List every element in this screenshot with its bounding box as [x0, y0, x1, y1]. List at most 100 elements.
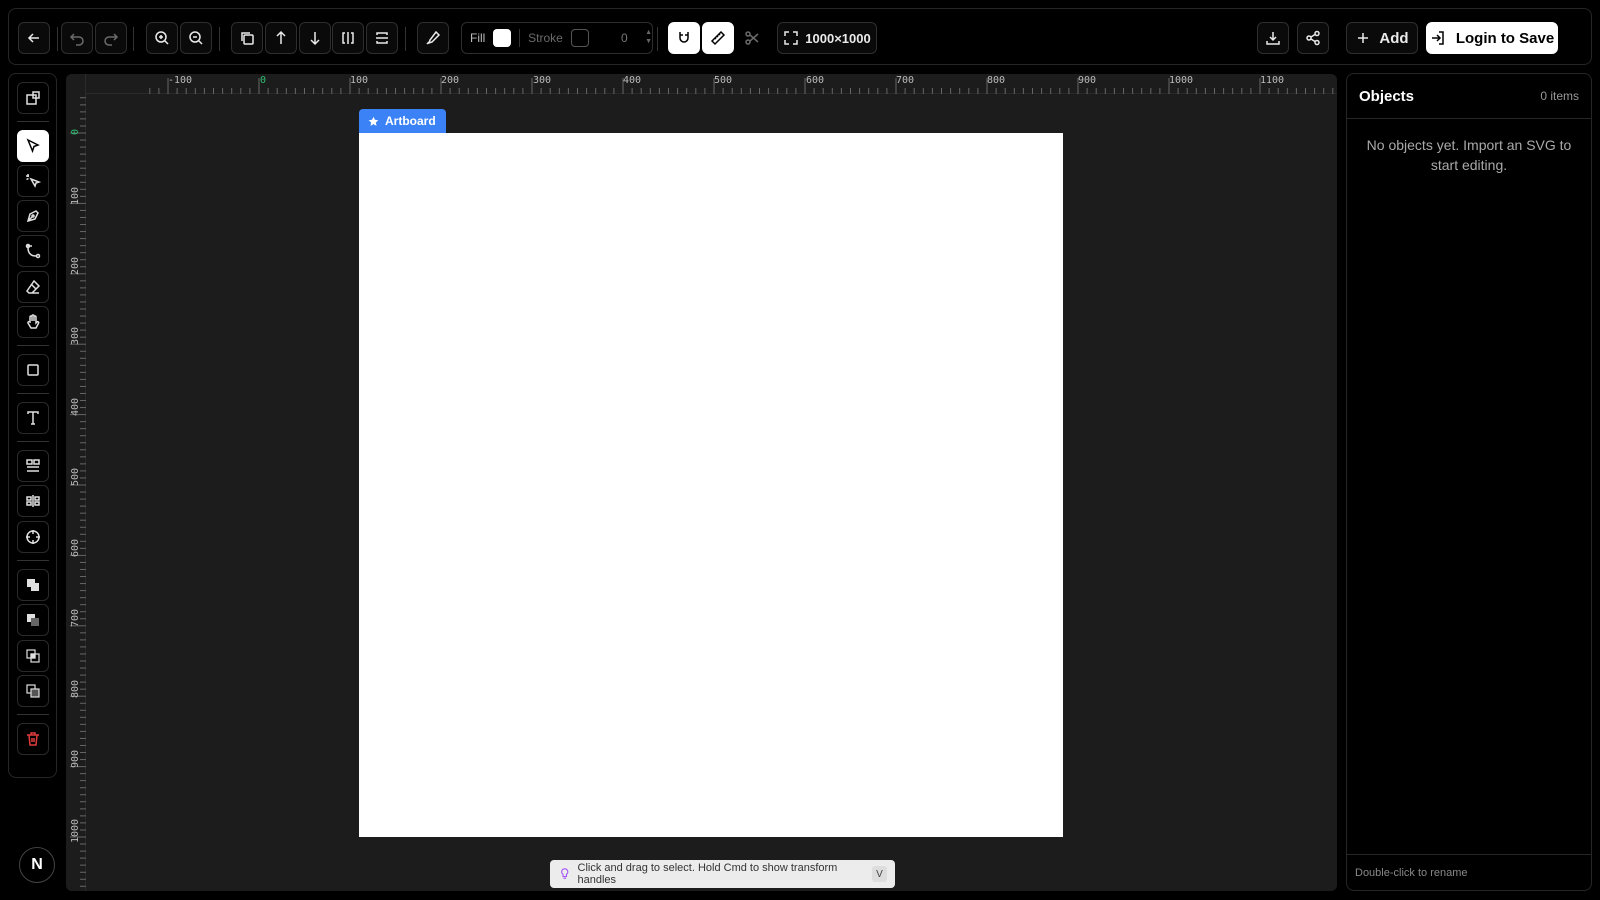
stepper-arrows-icon[interactable]: ▲ ▼: [645, 28, 652, 46]
stroke-width-input[interactable]: 0 ▲ ▼: [597, 26, 652, 50]
fill-stroke-divider: [519, 29, 521, 47]
artboard-tag[interactable]: Artboard: [359, 109, 446, 133]
rectangle-tool[interactable]: [17, 354, 49, 386]
avatar[interactable]: N: [19, 847, 55, 883]
boolean-subtract-tool[interactable]: [17, 604, 49, 636]
ruler-label: 600: [806, 75, 825, 86]
ruler-label: 200: [441, 75, 460, 86]
ruler-label-origin: 0: [70, 128, 81, 135]
stroke-label: Stroke: [528, 31, 563, 45]
share-button[interactable]: [1297, 22, 1329, 54]
flip-horizontal-button[interactable]: [332, 22, 364, 54]
ruler-label: 100: [70, 186, 81, 205]
canvas-size-button[interactable]: 1000×1000: [777, 22, 877, 54]
ruler-label: 300: [533, 75, 552, 86]
pen-tool[interactable]: [17, 200, 49, 232]
ruler-label: 900: [70, 749, 81, 768]
canvas[interactable]: -100 0 100 200 300 400 500 600 700 800 9…: [66, 74, 1337, 891]
cursor-arrow-icon: [26, 138, 40, 154]
direct-select-tool[interactable]: [17, 165, 49, 197]
zoom-in-button[interactable]: [146, 22, 178, 54]
download-icon: [1266, 32, 1280, 45]
snap-toggle-button[interactable]: [668, 22, 700, 54]
pen-nib-icon: [26, 210, 39, 223]
ruler-label: 500: [70, 467, 81, 486]
star-icon: [368, 116, 379, 126]
text-tool[interactable]: [17, 402, 49, 434]
toolbar-separator: [219, 27, 220, 51]
tool-rail: [8, 73, 57, 778]
cut-button[interactable]: [736, 22, 768, 54]
duplicate-button[interactable]: [231, 22, 263, 54]
arrow-down-icon: [310, 32, 320, 46]
delete-tool[interactable]: [17, 723, 49, 755]
square-icon: [27, 364, 39, 376]
color-picker-button[interactable]: [417, 22, 449, 54]
artboard-label: Artboard: [385, 114, 436, 128]
trash-icon: [27, 732, 39, 746]
align-icon: [26, 459, 40, 472]
download-button[interactable]: [1257, 22, 1289, 54]
redo-button[interactable]: [95, 22, 127, 54]
bring-forward-button[interactable]: [265, 22, 297, 54]
layers-tool[interactable]: [17, 82, 49, 114]
boolean-exclude-tool[interactable]: [17, 675, 49, 707]
pan-tool[interactable]: [17, 306, 49, 338]
rail-separator: [17, 393, 49, 394]
shortcut-key: V: [871, 866, 887, 882]
boolean-union-tool[interactable]: [17, 569, 49, 601]
fill-label: Fill: [470, 31, 486, 45]
target-tool[interactable]: [17, 521, 49, 553]
flip-horizontal-icon: [342, 32, 354, 44]
stroke-swatch[interactable]: [570, 29, 589, 47]
horizontal-ruler-ticks: [149, 78, 1334, 94]
fill-swatch[interactable]: [493, 29, 512, 47]
artboard[interactable]: [359, 133, 1063, 837]
exclude-icon: [26, 684, 40, 698]
layout-grid-icon: [26, 91, 40, 105]
cursor-click-icon: [26, 174, 41, 188]
bezier-curve-icon: [25, 243, 41, 259]
flip-vertical-button[interactable]: [366, 22, 398, 54]
boolean-intersect-tool[interactable]: [17, 640, 49, 672]
ruler-label-origin: 0: [260, 75, 267, 86]
add-label: Add: [1379, 29, 1409, 47]
lightbulb-icon: [561, 868, 569, 879]
ruler-label: 1000: [70, 818, 81, 843]
distribute-icon: [26, 495, 40, 507]
send-backward-button[interactable]: [299, 22, 331, 54]
undo-icon: [69, 33, 84, 46]
panel-footer-hint: Double-click to rename: [1347, 854, 1591, 890]
toolbar-separator: [133, 27, 134, 51]
zoom-out-button[interactable]: [180, 22, 212, 54]
top-toolbar: Fill Stroke 0 ▲ ▼ 1000×1000 Add Login to …: [8, 8, 1592, 65]
status-hint-text: Click and drag to select. Hold Cmd to sh…: [577, 862, 838, 886]
stroke-width-value: 0: [620, 31, 628, 45]
undo-button[interactable]: [61, 22, 93, 54]
ruler-label: 600: [70, 538, 81, 557]
redo-icon: [104, 33, 119, 46]
back-button[interactable]: [18, 22, 50, 54]
path-tool[interactable]: [17, 235, 49, 267]
crosshair-icon: [26, 530, 40, 544]
add-button[interactable]: Add: [1346, 22, 1418, 54]
rail-separator: [17, 714, 49, 715]
canvas-size-label: 1000×1000: [805, 30, 871, 46]
toolbar-separator: [57, 27, 58, 51]
hand-icon: [27, 314, 40, 329]
ruler-label: 1100: [1260, 75, 1285, 86]
align-tool[interactable]: [17, 450, 49, 482]
rail-separator: [17, 441, 49, 442]
eraser-tool[interactable]: [17, 271, 49, 303]
distribute-tool[interactable]: [17, 485, 49, 517]
select-tool[interactable]: [17, 130, 49, 162]
ruler-toggle-button[interactable]: [702, 22, 734, 54]
rail-separator: [17, 560, 49, 561]
empty-state-message: No objects yet. Import an SVG to start e…: [1366, 137, 1572, 173]
status-hint: Click and drag to select. Hold Cmd to sh…: [550, 860, 895, 888]
login-to-save-button[interactable]: Login to Save: [1426, 22, 1558, 54]
ruler-label: 1000: [1169, 75, 1194, 86]
ruler-label: 400: [70, 397, 81, 416]
login-label: Login to Save: [1455, 29, 1555, 47]
zoom-out-icon: [189, 31, 203, 45]
